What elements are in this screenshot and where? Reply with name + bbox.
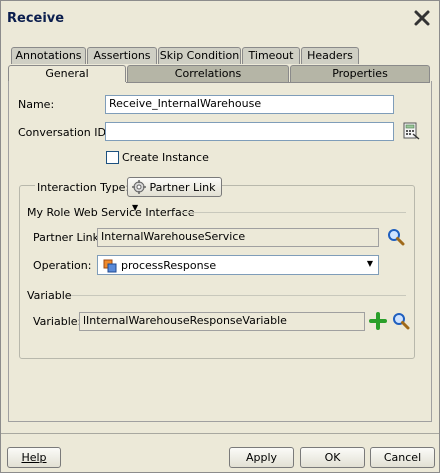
- tab-label: Annotations: [15, 49, 82, 62]
- interaction-type-label: Interaction Type:: [35, 181, 132, 194]
- tab-label: Timeout: [248, 49, 294, 62]
- operation-select[interactable]: processResponse ▼: [97, 255, 379, 275]
- tab-correlations[interactable]: Correlations: [127, 65, 289, 82]
- create-instance-label: Create Instance: [122, 151, 209, 164]
- tab-headers[interactable]: Headers: [301, 47, 359, 64]
- ok-button[interactable]: OK: [300, 447, 365, 468]
- operation-label: Operation:: [33, 259, 92, 272]
- variable-label: Variable:: [33, 315, 82, 328]
- help-button[interactable]: Help: [7, 447, 61, 468]
- cancel-button-label: Cancel: [383, 451, 422, 464]
- variable-separator: [71, 295, 406, 296]
- operation-value: processResponse: [121, 259, 217, 272]
- operation-icon: [103, 259, 117, 273]
- tab-label: Properties: [332, 67, 388, 80]
- variable-heading: Variable: [27, 289, 72, 302]
- partner-link-field: InternalWarehouseService: [97, 228, 379, 247]
- receive-dialog: Receive Annotations Assertions Skip Cond…: [0, 0, 440, 473]
- apply-button[interactable]: Apply: [229, 447, 294, 468]
- conversation-id-label: Conversation ID:: [18, 126, 110, 139]
- tab-label: Headers: [307, 49, 353, 62]
- tab-label: Skip Condition: [159, 49, 240, 62]
- help-button-label: Help: [21, 451, 47, 464]
- interaction-type-value: Partner Link: [149, 181, 216, 194]
- expression-builder-icon[interactable]: [402, 122, 420, 140]
- dialog-title: Receive: [7, 11, 65, 26]
- button-bar-separator: [1, 433, 439, 434]
- create-instance-checkbox[interactable]: [106, 151, 119, 164]
- interaction-type-dropdown[interactable]: Partner Link ▼: [127, 177, 222, 212]
- partner-link-search-icon[interactable]: [387, 228, 405, 246]
- tab-annotations[interactable]: Annotations: [11, 47, 86, 64]
- tab-assertions[interactable]: Assertions: [87, 47, 157, 64]
- tab-label: General: [45, 67, 89, 80]
- title-bar: Receive: [1, 1, 439, 37]
- tab-label: Correlations: [174, 67, 242, 80]
- name-field[interactable]: Receive_InternalWarehouse: [105, 95, 394, 114]
- tab-label: Assertions: [93, 49, 151, 62]
- conversation-id-field[interactable]: [105, 122, 394, 141]
- add-variable-icon[interactable]: [369, 312, 387, 330]
- variable-field: lInternalWarehouseResponseVariable: [79, 312, 365, 331]
- name-label: Name:: [18, 98, 55, 111]
- tab-timeout[interactable]: Timeout: [242, 47, 300, 64]
- tab-skip-condition[interactable]: Skip Condition: [158, 47, 241, 64]
- my-role-heading: My Role Web Service Interface: [27, 206, 195, 219]
- chevron-down-icon: ▼: [366, 259, 373, 268]
- variable-search-icon[interactable]: [392, 312, 410, 330]
- apply-button-label: Apply: [245, 451, 278, 464]
- cancel-button[interactable]: Cancel: [370, 447, 435, 468]
- my-role-separator: [181, 212, 406, 213]
- ok-button-label: OK: [324, 451, 341, 464]
- tab-properties[interactable]: Properties: [290, 65, 430, 82]
- close-icon[interactable]: [413, 9, 431, 27]
- tab-general[interactable]: General: [8, 65, 126, 82]
- partner-link-gear-icon: [132, 180, 146, 194]
- partner-link-label: Partner Link:: [33, 231, 103, 244]
